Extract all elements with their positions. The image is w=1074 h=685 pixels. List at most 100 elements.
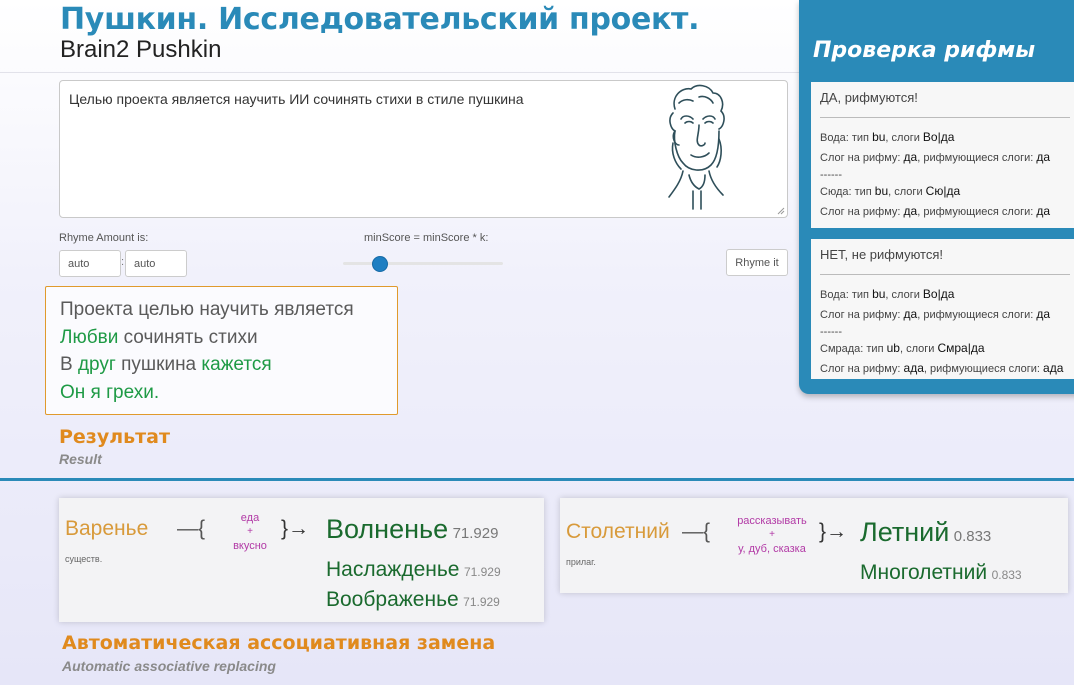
rhyme-detail-text: , слоги — [885, 289, 923, 301]
rhyme-check-panel: Проверка рифмы ДА, рифмуются! Вода: тип b… — [799, 0, 1074, 394]
assoc-brace-open: —{ — [682, 520, 711, 543]
page-subtitle: Brain2 Pushkin — [60, 36, 222, 63]
rhyme-detail-value: bu — [872, 130, 886, 144]
rhyme-detail-text: Сюда: тип — [820, 186, 875, 198]
assoc-brace-close-arrow: }→ — [819, 520, 848, 543]
rhyme-detail-text: , слоги — [885, 132, 923, 144]
result-heading: Результат — [59, 426, 171, 448]
rhyme-detail-value: Во|да — [922, 130, 955, 144]
min-score-slider-track[interactable] — [343, 262, 503, 265]
assoc-brace-close-arrow: }→ — [281, 517, 310, 540]
rhyme-detail-line: Слог на рифму: да, рифмующиеся слоги: да — [820, 148, 1074, 168]
rhyme-amount-min-input[interactable]: auto — [59, 250, 121, 277]
assoc-hint-plus: + — [247, 526, 253, 537]
assoc-alt-result: Многолетний 0.833 — [860, 561, 1022, 585]
rhyme-card-divider — [820, 274, 1070, 275]
assoc-alt-result: Наслажденье 71.929 — [326, 558, 501, 582]
rhyme-detail-line: Вода: тип bu, слоги Во|да — [820, 285, 1074, 305]
assoc-source-word: Варенье — [65, 517, 149, 540]
rhyme-detail-value: Смра|да — [937, 341, 985, 355]
rhyme-detail-text: , рифмующиеся слоги: — [917, 206, 1037, 218]
poem-line: Любви сочинять стихи — [60, 324, 397, 352]
rhyme-amount-max-input[interactable]: auto — [125, 250, 187, 277]
rhyme-detail-value: да — [1036, 150, 1051, 164]
assoc-source-word: Столетний — [566, 520, 670, 543]
poem-result-box: Проекта целью научить является Любви сочи… — [45, 286, 398, 415]
rhyme-detail-text: Слог на рифму: — [820, 309, 904, 321]
rhyme-detail-line: Слог на рифму: да, рифмующиеся слоги: да — [820, 305, 1074, 325]
rhyme-detail-text: Вода: тип — [820, 289, 873, 301]
result-subheading: Result — [59, 451, 102, 467]
pushkin-portrait-icon — [668, 84, 725, 210]
rhyme-verdict: НЕТ, не рифмуются! — [820, 247, 943, 262]
assoc-main-word: Волненье — [326, 514, 449, 544]
rhyme-detail-line: Слог на рифму: ада, рифмующиеся слоги: а… — [820, 359, 1074, 379]
assoc-heading: Автоматическая ассоциативная замена — [62, 632, 496, 654]
rhyme-detail-value: bu — [874, 184, 889, 198]
rhyme-amount-label: Rhyme Amount is: — [59, 232, 149, 244]
assoc-brace-open: —{ — [177, 517, 206, 540]
assoc-card-varenye: Варенье существ. —{ еда + вкусно }→ Волн… — [59, 498, 544, 622]
assoc-alt-word: Многолетний — [860, 561, 988, 584]
rhyme-detail-line: Сюда: тип bu, слоги Сю|да — [820, 182, 1074, 202]
assoc-alt-word: Воображенье — [326, 588, 459, 611]
rhyme-detail-value: ада — [1043, 361, 1064, 375]
poem-word: сочинять стихи — [118, 326, 258, 348]
rhyme-it-button[interactable]: Rhyme it — [726, 249, 788, 276]
assoc-alt-score: 0.833 — [991, 568, 1022, 582]
min-score-slider-handle[interactable] — [371, 256, 388, 272]
rhyme-detail-text: , рифмующиеся слоги: — [923, 363, 1044, 375]
assoc-part-of-speech: существ. — [65, 554, 103, 564]
rhyme-detail-value: да — [903, 150, 918, 164]
assoc-alt-score: 71.929 — [463, 595, 500, 609]
assoc-main-result: Летний 0.833 — [860, 517, 991, 548]
rhyme-detail-text: Слог на рифму: — [820, 363, 904, 375]
poem-input-textarea[interactable]: Целью проекта является научить ИИ сочиня… — [59, 80, 788, 218]
rhyme-detail-value: ub — [886, 341, 900, 355]
rhyme-detail-text: , рифмующиеся слоги: — [917, 152, 1037, 164]
poem-word: друг — [77, 354, 116, 375]
rhyme-amount-separator: : — [121, 256, 125, 268]
rhyme-detail-text: Вода: тип — [820, 132, 873, 144]
assoc-hint-bottom: вкусно — [233, 540, 267, 552]
rhyme-separator: ------ — [820, 169, 842, 181]
rhyme-detail-value: bu — [872, 287, 886, 301]
assoc-hint: рассказывать + у, дуб, сказка — [726, 514, 818, 556]
rhyme-card-divider — [820, 117, 1070, 118]
assoc-main-result: Волненье 71.929 — [326, 514, 498, 545]
poem-word: Любви — [60, 326, 119, 348]
assoc-alt-score: 71.929 — [463, 565, 501, 579]
poem-word: Проекта целью научить является — [60, 299, 354, 320]
assoc-hint-bottom: у, дуб, сказка — [738, 543, 806, 555]
assoc-main-score: 0.833 — [953, 528, 992, 545]
rhyme-check-card-no: НЕТ, не рифмуются! Вода: тип bu, слоги Во… — [811, 239, 1074, 379]
rhyme-detail-line: Слог на рифму: да, рифмующиеся слоги: да — [820, 202, 1074, 222]
rhyme-detail-line: Вода: тип bu, слоги Во|да — [820, 128, 1074, 148]
section-divider — [0, 478, 1074, 481]
rhyme-detail-text: , рифмующиеся слоги: — [917, 309, 1037, 321]
poem-word: В — [60, 354, 78, 375]
rhyme-detail-text: Слог на рифму: — [820, 206, 904, 218]
rhyme-detail-value: ада — [903, 361, 924, 375]
rhyme-detail-text: , слоги — [899, 343, 938, 355]
poem-input-text[interactable]: Целью проекта является научить ИИ сочиня… — [69, 91, 524, 107]
page-title: Пушкин. Исследовательский проект. — [60, 2, 700, 37]
assoc-hint: еда + вкусно — [225, 511, 275, 553]
poem-word: пушкина — [115, 354, 202, 375]
assoc-alt-result: Воображенье 71.929 — [326, 588, 500, 612]
poem-line: Проекта целью научить является — [60, 296, 397, 324]
rhyme-check-card-yes: ДА, рифмуются! Вода: тип bu, слоги Во|да С… — [811, 82, 1074, 228]
rhyme-detail-value: Во|да — [922, 287, 955, 301]
assoc-subheading: Automatic associative replacing — [62, 658, 276, 674]
poem-word: кажется — [201, 354, 272, 375]
resize-grip-icon[interactable] — [777, 207, 785, 215]
rhyme-separator: ------ — [820, 326, 842, 338]
rhyme-detail-value: да — [903, 307, 918, 321]
rhyme-detail-value: Сю|да — [925, 184, 961, 198]
assoc-main-score: 71.929 — [452, 525, 499, 542]
assoc-main-word: Летний — [860, 517, 950, 547]
assoc-alt-word: Наслажденье — [326, 558, 460, 581]
rhyme-detail-value: да — [903, 204, 918, 218]
rhyme-detail-text: Слог на рифму: — [820, 152, 904, 164]
rhyme-detail-value: да — [1036, 204, 1051, 218]
